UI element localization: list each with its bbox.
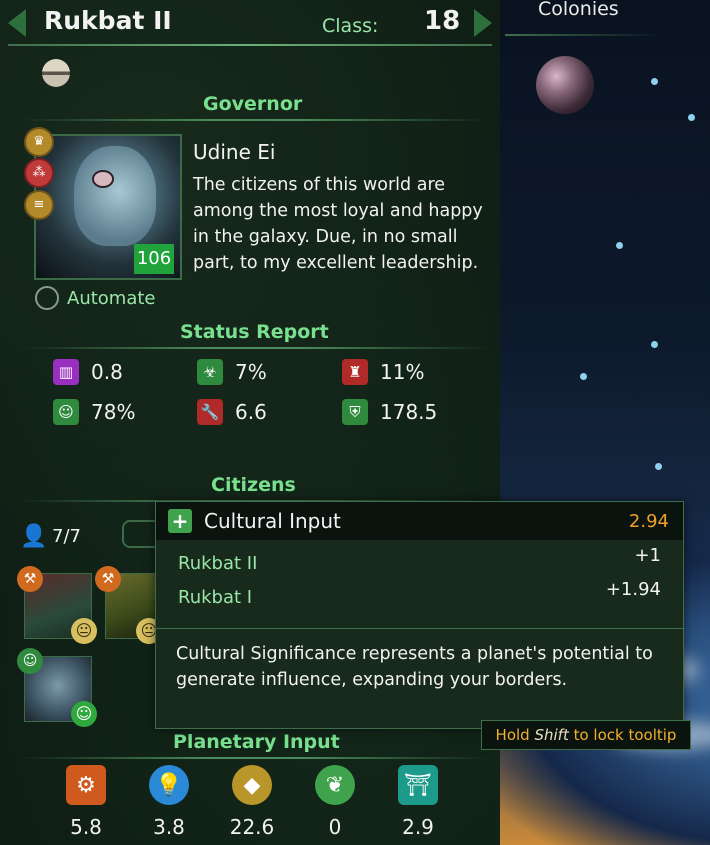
governor-section-title: Governor — [203, 93, 303, 115]
tooltip-total: 2.94 — [628, 511, 669, 532]
stat-value: 178.5 — [380, 400, 438, 424]
governor-quote: The citizens of this world are among the… — [193, 175, 483, 273]
governor-eye — [92, 170, 114, 188]
citizens-section-title: Citizens — [211, 474, 296, 496]
divider — [505, 34, 660, 36]
previous-planet-arrow-icon[interactable] — [8, 9, 26, 37]
culture-input[interactable]: ⛩ 2.9 — [388, 765, 448, 839]
citizen-count: 7/7 — [52, 526, 81, 547]
citizen-person-icon: 👤 — [20, 524, 48, 549]
divider — [8, 44, 492, 46]
tooltip-header: + Cultural Input 2.94 — [156, 502, 683, 540]
crime-icon: ♜ — [342, 359, 368, 385]
star-marker[interactable] — [580, 373, 587, 380]
status-report-section-title: Status Report — [180, 321, 329, 343]
stat-manufacturing[interactable]: 🔧 6.6 — [197, 399, 267, 425]
planet-name: Rukbat II — [44, 6, 172, 35]
tooltip-row-value: +1.94 — [605, 579, 661, 600]
industry-value: 5.8 — [70, 815, 102, 839]
food-leaf-icon: ❦ — [315, 765, 355, 805]
culture-value: 2.9 — [402, 815, 434, 839]
science-lightbulb-icon: 💡 — [149, 765, 189, 805]
stat-approval[interactable]: ☺ 78% — [53, 399, 135, 425]
food-input[interactable]: ❦ 0 — [305, 765, 365, 839]
class-label: Class: — [322, 15, 379, 37]
approval-smiley-icon: ☺ — [53, 399, 79, 425]
job-hammer-icon[interactable]: ⚒ — [17, 566, 43, 592]
divider — [20, 347, 490, 349]
happy-mood-icon: ☺ — [71, 701, 97, 727]
stat-value: 78% — [91, 400, 136, 424]
plus-icon: + — [168, 509, 192, 533]
stat-value: 6.6 — [235, 400, 267, 424]
moon-icon[interactable] — [42, 59, 70, 87]
stat-pollution[interactable]: ☣ 7% — [197, 359, 267, 385]
stat-value: 11% — [380, 360, 425, 384]
industry-input[interactable]: ⚙ 5.8 — [56, 765, 116, 839]
lock-tooltip-hint: Hold Shift to lock tooltip — [481, 720, 691, 750]
star-marker[interactable] — [688, 114, 695, 121]
divider — [156, 628, 683, 629]
tooltip-row-value: +1 — [634, 545, 661, 566]
colony-planet-icon[interactable] — [536, 56, 594, 114]
biohazard-icon: ☣ — [197, 359, 223, 385]
wealth-gem-icon: ◆ — [232, 765, 272, 805]
tooltip-row-label: Rukbat I — [178, 587, 253, 608]
planetary-input-section-title: Planetary Input — [173, 731, 340, 753]
class-value: 18 — [424, 6, 461, 36]
wealth-value: 22.6 — [229, 815, 275, 839]
trait-population-icon[interactable]: ⁂ — [24, 158, 54, 188]
hint-prefix: Hold — [495, 726, 535, 744]
colonies-title: Colonies — [538, 0, 619, 20]
divider — [20, 119, 490, 121]
stat-value: 7% — [235, 360, 267, 384]
governor-name: Udine Ei — [193, 140, 276, 164]
governor-level-badge: 106 — [134, 244, 174, 274]
defense-shield-icon: ⛨ — [342, 399, 368, 425]
tooltip-description: Cultural Significance represents a plane… — [176, 644, 653, 690]
neutral-mood-icon: 😐 — [71, 618, 97, 644]
culture-building-icon: ⛩ — [398, 765, 438, 805]
automate-radio[interactable] — [35, 286, 59, 310]
stat-crime[interactable]: ♜ 11% — [342, 359, 424, 385]
science-value: 3.8 — [153, 815, 185, 839]
cultural-input-tooltip: + Cultural Input 2.94 Rukbat II +1 Rukba… — [155, 501, 684, 729]
star-marker[interactable] — [616, 242, 623, 249]
divider — [20, 757, 490, 759]
star-marker[interactable] — [651, 341, 658, 348]
stat-influence[interactable]: ▥ 0.8 — [53, 359, 123, 385]
job-approval-icon[interactable]: ☺ — [17, 648, 43, 674]
next-planet-arrow-icon[interactable] — [474, 9, 492, 37]
hint-key: Shift — [534, 726, 569, 744]
star-marker[interactable] — [651, 78, 658, 85]
governor-face — [74, 146, 156, 246]
industry-gear-icon: ⚙ — [66, 765, 106, 805]
hint-suffix: to lock tooltip — [568, 726, 677, 744]
job-hammer-icon[interactable]: ⚒ — [95, 566, 121, 592]
star-marker[interactable] — [655, 463, 662, 470]
trait-admin-icon[interactable]: ≡ — [24, 190, 54, 220]
automate-label[interactable]: Automate — [67, 288, 156, 309]
food-value: 0 — [328, 815, 342, 839]
tooltip-row-label: Rukbat II — [178, 553, 258, 574]
manufacturing-wrench-icon: 🔧 — [197, 399, 223, 425]
trait-rank-icon[interactable]: ♛ — [24, 127, 54, 157]
stat-defense[interactable]: ⛨ 178.5 — [342, 399, 437, 425]
tooltip-title: Cultural Input — [204, 509, 341, 533]
wealth-input[interactable]: ◆ 22.6 — [222, 765, 282, 839]
science-input[interactable]: 💡 3.8 — [139, 765, 199, 839]
influence-pillar-icon: ▥ — [53, 359, 79, 385]
stat-value: 0.8 — [91, 360, 123, 384]
